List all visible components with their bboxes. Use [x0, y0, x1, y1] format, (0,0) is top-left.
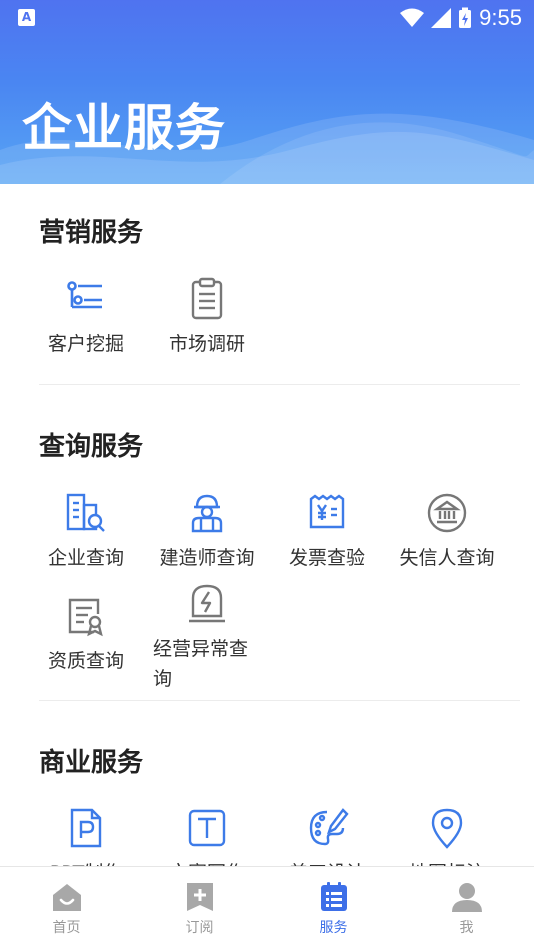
service-item-qualification-query[interactable]: 资质查询 [26, 594, 146, 673]
status-time: 9:55 [479, 5, 522, 30]
service-item-label: 发票查验 [288, 547, 365, 569]
building-search-icon [66, 493, 105, 532]
service-item-company-query[interactable]: 企业查询 [26, 491, 146, 570]
tab-service[interactable]: 服务 [267, 867, 400, 950]
subscribe-plus-icon [186, 883, 213, 911]
person-icon [451, 883, 482, 912]
home-icon [52, 884, 81, 911]
status-bar: A 9:55 [0, 0, 534, 36]
section-title-marketing: 营销服务 [39, 218, 144, 248]
builder-icon [191, 494, 223, 533]
service-item-label: 客户挖掘 [47, 333, 124, 355]
service-item-label: 失信人查询 [399, 547, 495, 569]
tab-label: 我 [459, 920, 474, 936]
palette-icon [309, 808, 349, 846]
section-title-business: 商业服务 [39, 748, 144, 778]
app-notification-icon: A [18, 9, 35, 26]
alert-stamp-icon [189, 584, 225, 623]
tab-label: 首页 [52, 920, 81, 936]
invoice-icon [309, 494, 345, 529]
service-item-dishonest-query[interactable]: 失信人查询 [387, 491, 507, 570]
wifi-icon [400, 8, 425, 27]
section-divider [39, 384, 520, 385]
text-icon [188, 809, 226, 847]
signal-icon [431, 8, 452, 28]
page-title: 企业服务 [22, 99, 226, 157]
tab-subscribe[interactable]: 订阅 [133, 867, 266, 950]
certificate-icon [68, 598, 103, 637]
service-item-builder-query[interactable]: 建造师查询 [147, 491, 267, 570]
service-item-abnormal-operation-query[interactable]: 经营异常查询 [142, 582, 272, 694]
service-item-market-research[interactable]: 市场调研 [147, 277, 267, 356]
list-filter-icon [67, 281, 102, 309]
battery-charging-icon [459, 7, 472, 28]
ppt-icon [70, 808, 102, 848]
service-item-customer-mining[interactable]: 客户挖掘 [26, 277, 146, 356]
section-title-query: 查询服务 [39, 432, 144, 462]
clipboard-icon [191, 277, 223, 320]
service-item-label: 企业查询 [47, 547, 124, 569]
service-item-label: 建造师查询 [159, 547, 255, 569]
section-divider [39, 700, 520, 701]
tab-label: 服务 [319, 920, 348, 936]
tab-me[interactable]: 我 [400, 867, 533, 950]
service-item-label: 经营异常查询 [153, 638, 249, 690]
service-list-icon [320, 882, 347, 911]
service-item-label: 市场调研 [168, 333, 245, 355]
bank-icon [427, 493, 467, 533]
tab-label: 订阅 [185, 920, 214, 936]
bottom-tab-bar: 首页 订阅 服务 我 [0, 866, 534, 950]
tab-home[interactable]: 首页 [0, 867, 133, 950]
header-banner: A 9:55 企业服务 [0, 0, 534, 184]
service-item-invoice-check[interactable]: 发票查验 [267, 491, 387, 570]
service-item-label: 资质查询 [47, 650, 124, 672]
map-pin-icon [431, 808, 463, 849]
